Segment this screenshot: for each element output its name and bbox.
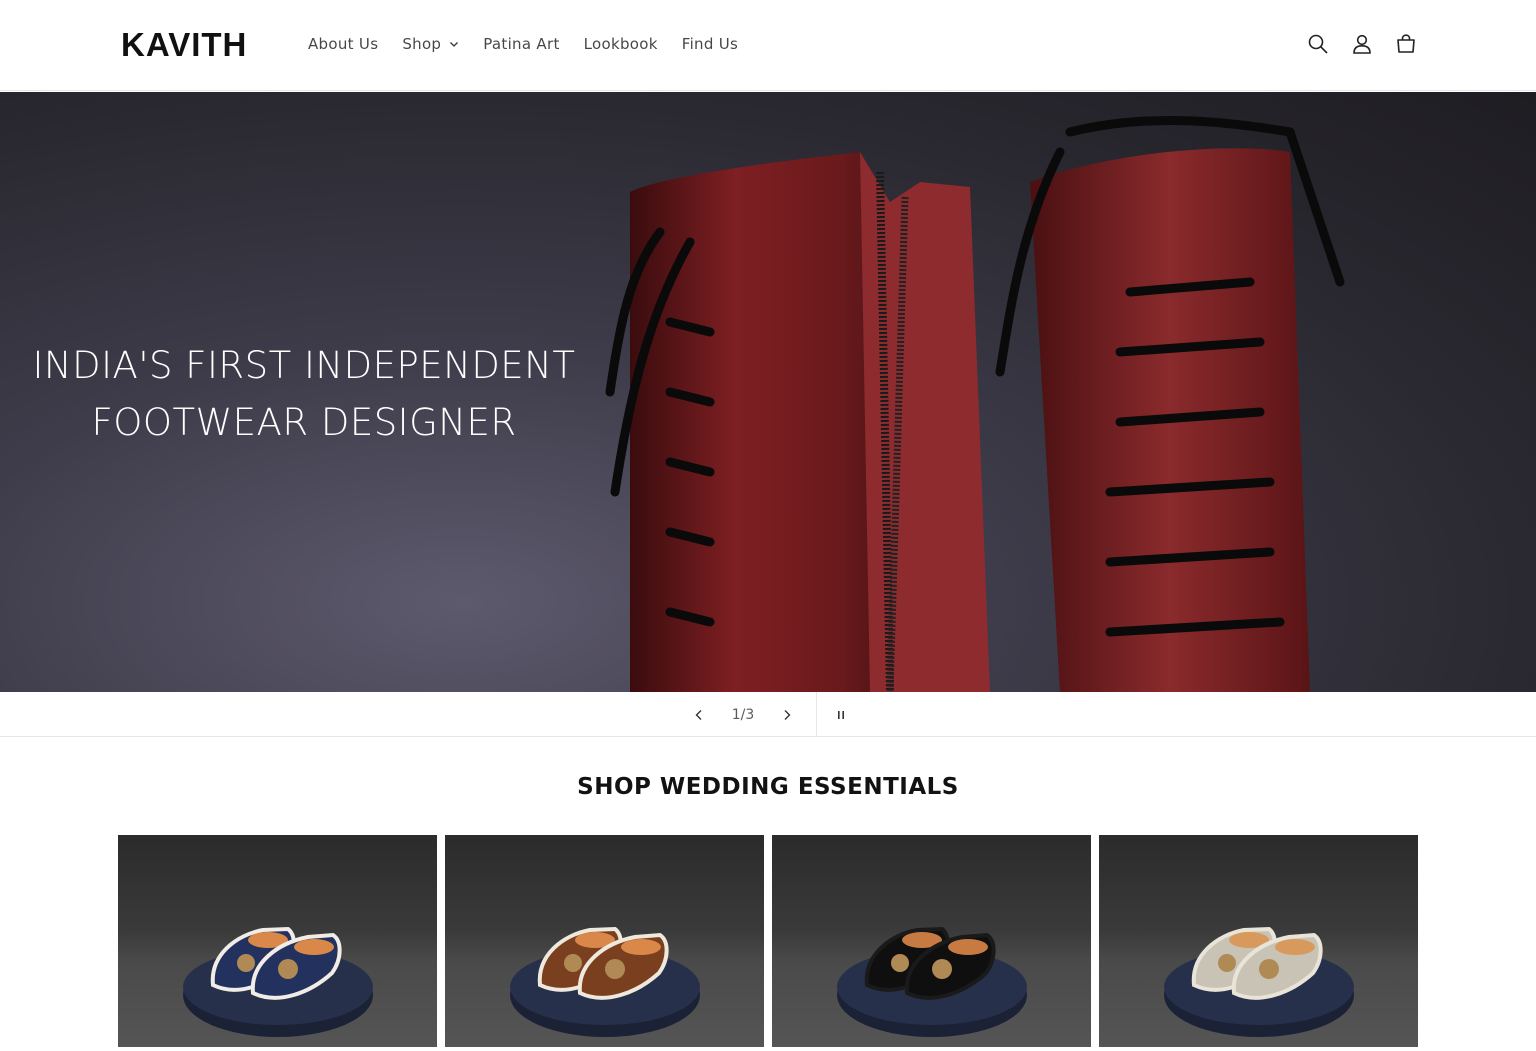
chevron-down-icon	[450, 42, 459, 47]
product-card[interactable]	[118, 835, 437, 1047]
product-card[interactable]	[445, 835, 764, 1047]
pause-icon	[838, 710, 844, 719]
nav-about-us[interactable]: About Us	[296, 30, 390, 58]
site-header: KAVITH About Us Shop Patina Art Lookbook…	[0, 0, 1536, 91]
nav-shop-label: Shop	[402, 35, 442, 53]
site-logo[interactable]: KAVITH	[121, 27, 247, 63]
section-title: SHOP WEDDING ESSENTIALS	[577, 774, 959, 800]
account-button[interactable]	[1348, 30, 1376, 58]
main-nav: About Us Shop Patina Art Lookbook Find U…	[296, 30, 750, 58]
product-image	[183, 926, 373, 1037]
nav-shop[interactable]: Shop	[390, 30, 471, 58]
cart-button[interactable]	[1392, 30, 1420, 58]
nav-patina-art[interactable]: Patina Art	[471, 30, 571, 58]
slide-counter: 1/3	[731, 706, 755, 723]
product-grid	[118, 835, 1418, 1047]
pause-slideshow-button[interactable]	[817, 692, 865, 737]
previous-slide-button[interactable]	[680, 692, 718, 737]
search-button[interactable]	[1304, 30, 1332, 58]
nav-lookbook[interactable]: Lookbook	[572, 30, 670, 58]
hero-title: INDIA'S FIRST INDEPENDENT FOOTWEAR DESIG…	[0, 337, 608, 451]
product-image	[837, 926, 1027, 1037]
chevron-right-icon	[784, 709, 791, 720]
header-icons	[1288, 30, 1420, 58]
hero-title-line-2: FOOTWEAR DESIGNER	[91, 401, 517, 444]
cart-icon	[1397, 34, 1415, 53]
product-image	[510, 926, 700, 1037]
hero-banner: INDIA'S FIRST INDEPENDENT FOOTWEAR DESIG…	[0, 92, 1536, 692]
nav-patina-art-label: Patina Art	[483, 35, 560, 53]
chevron-left-icon	[695, 709, 702, 720]
product-image	[1164, 926, 1354, 1037]
product-card[interactable]	[772, 835, 1091, 1047]
hero-boots-image	[605, 115, 1345, 692]
nav-find-us-label: Find Us	[681, 35, 739, 53]
account-icon	[1353, 34, 1371, 54]
nav-find-us[interactable]: Find Us	[670, 30, 750, 58]
nav-lookbook-label: Lookbook	[583, 35, 658, 53]
next-slide-button[interactable]	[768, 692, 806, 737]
search-icon	[1308, 34, 1328, 54]
slider-controls: 1/3	[0, 692, 1536, 737]
nav-about-us-label: About Us	[308, 35, 379, 53]
product-card[interactable]	[1099, 835, 1418, 1047]
hero-title-line-1: INDIA'S FIRST INDEPENDENT	[32, 344, 576, 387]
